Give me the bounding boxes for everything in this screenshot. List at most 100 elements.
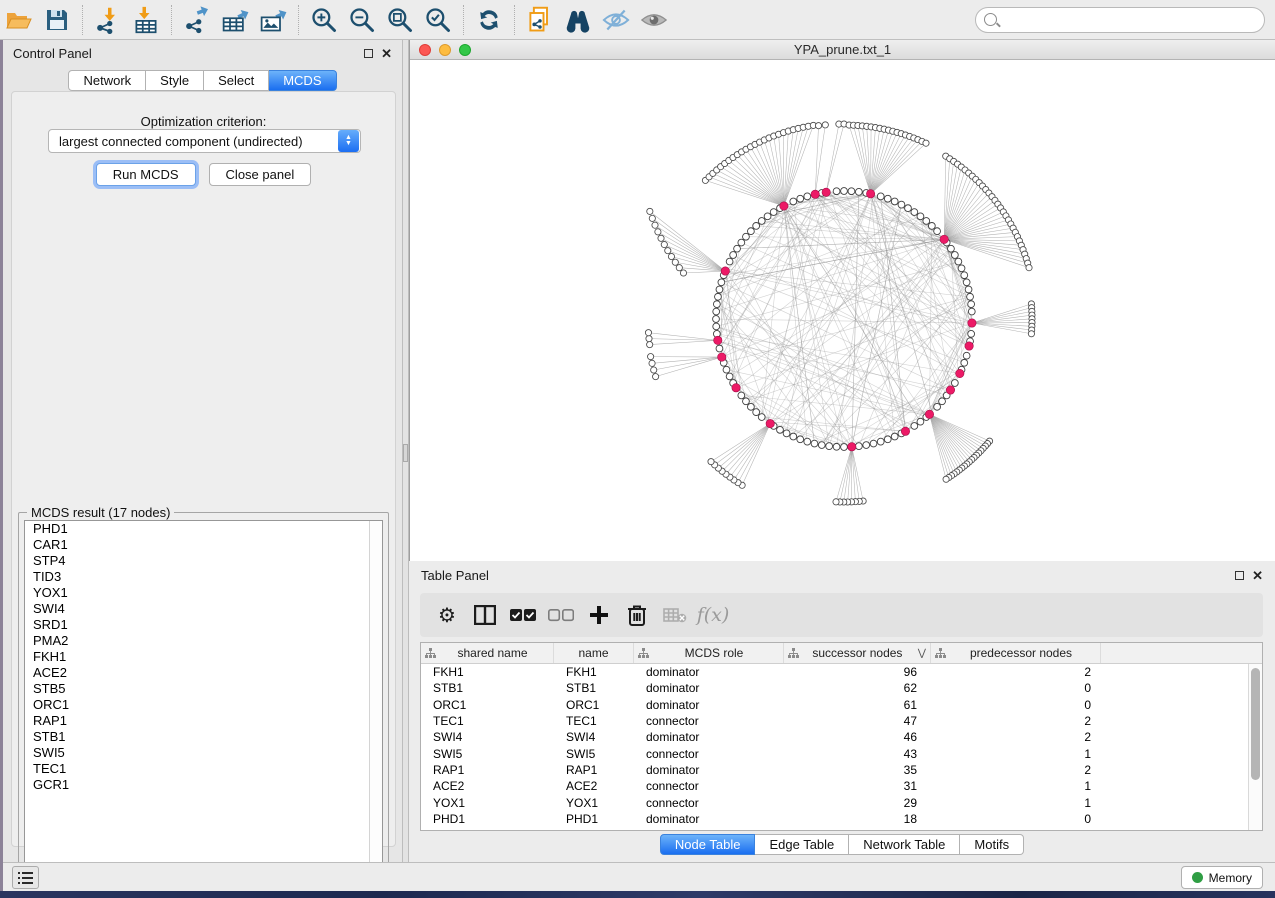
mcds-result-item[interactable]: TEC1	[25, 761, 382, 777]
export-network-icon[interactable]	[178, 3, 216, 37]
splitter-grip[interactable]	[403, 444, 408, 462]
node-table: shared name name MCDS role successor nod…	[420, 642, 1263, 831]
column-header-mcds-role[interactable]: MCDS role	[634, 643, 784, 663]
tab-select[interactable]: Select	[204, 70, 269, 91]
table-cell: RAP1	[421, 763, 554, 777]
import-network-icon[interactable]	[89, 3, 127, 37]
mcds-result-item[interactable]: PHD1	[25, 521, 382, 537]
tab-motifs[interactable]: Motifs	[960, 834, 1024, 855]
table-row[interactable]: RAP1RAP1dominator352	[421, 762, 1262, 778]
table-cell: ORC1	[421, 698, 554, 712]
open-session-icon[interactable]	[0, 3, 38, 37]
search-network-binoculars-icon[interactable]	[559, 3, 597, 37]
table-row[interactable]: PHD1PHD1dominator180	[421, 811, 1262, 827]
mcds-result-item[interactable]: SWI5	[25, 745, 382, 761]
status-bar: Memory	[0, 862, 1275, 891]
mcds-result-item[interactable]: YOX1	[25, 585, 382, 601]
table-scrollbar-thumb[interactable]	[1251, 668, 1260, 780]
column-header-name[interactable]: name	[554, 643, 634, 663]
import-table-icon[interactable]	[127, 3, 165, 37]
mcds-result-item[interactable]: RAP1	[25, 713, 382, 729]
optimization-criterion-select[interactable]: largest connected component (undirected)…	[48, 129, 361, 153]
refresh-layout-icon[interactable]	[470, 3, 508, 37]
mcds-result-item[interactable]: STB1	[25, 729, 382, 745]
mcds-result-item[interactable]: SRD1	[25, 617, 382, 633]
table-row[interactable]: TEC1TEC1connector472	[421, 713, 1262, 729]
float-panel-icon[interactable]	[364, 49, 373, 58]
mcds-result-item[interactable]: ACE2	[25, 665, 382, 681]
zoom-selected-icon[interactable]	[419, 3, 457, 37]
table-panel: Table Panel ✕ ⚙ f(x)	[409, 561, 1275, 862]
mcds-result-item[interactable]: STB5	[25, 681, 382, 697]
memory-button[interactable]: Memory	[1181, 866, 1263, 889]
network-canvas[interactable]	[410, 60, 1275, 560]
table-row[interactable]: SWI4SWI4dominator462	[421, 729, 1262, 745]
list-scrollbar[interactable]	[369, 521, 382, 877]
table-cell: FKH1	[554, 665, 634, 679]
table-row[interactable]: SWI5SWI5connector431	[421, 745, 1262, 761]
tab-network[interactable]: Network	[68, 70, 146, 91]
mcds-result-item[interactable]: CAR1	[25, 537, 382, 553]
table-cell: 46	[784, 730, 931, 744]
deselect-all-checkboxes-icon[interactable]	[542, 596, 580, 634]
copy-network-icon[interactable]	[521, 3, 559, 37]
close-panel-icon[interactable]: ✕	[381, 49, 392, 58]
float-table-panel-icon[interactable]	[1235, 571, 1244, 580]
add-column-icon[interactable]	[580, 596, 618, 634]
zoom-out-icon[interactable]	[343, 3, 381, 37]
mcds-result-item[interactable]: TID3	[25, 569, 382, 585]
mcds-result-item[interactable]: GCR1	[25, 777, 382, 793]
search-box[interactable]	[975, 7, 1265, 33]
dropdown-stepper-icon: ▲▼	[338, 130, 359, 152]
table-cell: 29	[784, 796, 931, 810]
hide-selected-eye-icon[interactable]	[597, 3, 635, 37]
tab-mcds[interactable]: MCDS	[269, 70, 336, 91]
vertical-splitter[interactable]	[402, 40, 409, 862]
select-all-checkboxes-icon[interactable]	[504, 596, 542, 634]
control-panel-tabs: Network Style Select MCDS	[3, 70, 402, 91]
console-log-button[interactable]	[12, 866, 39, 889]
zoom-fit-icon[interactable]	[381, 3, 419, 37]
close-panel-button[interactable]: Close panel	[209, 163, 312, 186]
export-table-icon[interactable]	[216, 3, 254, 37]
mcds-result-list[interactable]: PHD1CAR1STP4TID3YOX1SWI4SRD1PMA2FKH1ACE2…	[24, 520, 383, 878]
mcds-result-item[interactable]: PMA2	[25, 633, 382, 649]
export-image-icon[interactable]	[254, 3, 292, 37]
table-row[interactable]: FKH1FKH1dominator962	[421, 664, 1262, 680]
table-cell: 0	[931, 681, 1101, 695]
column-header-shared-name[interactable]: shared name	[421, 643, 554, 663]
mcds-result-item[interactable]: FKH1	[25, 649, 382, 665]
table-cell: 0	[931, 698, 1101, 712]
table-cell: PHD1	[554, 812, 634, 826]
table-cell: 96	[784, 665, 931, 679]
desktop-background-left	[0, 40, 3, 891]
show-eye-icon[interactable]	[635, 3, 673, 37]
tab-network-table[interactable]: Network Table	[849, 834, 960, 855]
save-session-icon[interactable]	[38, 3, 76, 37]
delete-table-disabled-icon	[656, 596, 694, 634]
tab-edge-table[interactable]: Edge Table	[755, 834, 849, 855]
delete-column-trash-icon[interactable]	[618, 596, 656, 634]
network-svg	[410, 60, 1275, 560]
run-mcds-button[interactable]: Run MCDS	[96, 163, 196, 186]
table-cell: 2	[931, 730, 1101, 744]
search-input[interactable]	[1002, 12, 1256, 27]
tab-node-table[interactable]: Node Table	[660, 834, 756, 855]
node-table-rows: FKH1FKH1dominator962STB1STB1dominator620…	[421, 664, 1262, 827]
network-window-titlebar[interactable]: YPA_prune.txt_1	[410, 40, 1275, 60]
column-header-successor-nodes[interactable]: successor nodes ⋁	[784, 643, 931, 663]
column-header-predecessor-nodes[interactable]: predecessor nodes	[931, 643, 1101, 663]
mcds-result-item[interactable]: STP4	[25, 553, 382, 569]
table-scrollbar[interactable]	[1248, 664, 1262, 831]
tab-style[interactable]: Style	[146, 70, 204, 91]
close-table-panel-icon[interactable]: ✕	[1252, 571, 1263, 580]
table-row[interactable]: YOX1YOX1connector291	[421, 794, 1262, 810]
column-settings-gear-icon[interactable]: ⚙	[428, 596, 466, 634]
mcds-result-item[interactable]: SWI4	[25, 601, 382, 617]
table-row[interactable]: ORC1ORC1dominator610	[421, 697, 1262, 713]
table-row[interactable]: ACE2ACE2connector311	[421, 778, 1262, 794]
mcds-result-item[interactable]: ORC1	[25, 697, 382, 713]
zoom-in-icon[interactable]	[305, 3, 343, 37]
show-column-panel-icon[interactable]	[466, 596, 504, 634]
table-row[interactable]: STB1STB1dominator620	[421, 680, 1262, 696]
